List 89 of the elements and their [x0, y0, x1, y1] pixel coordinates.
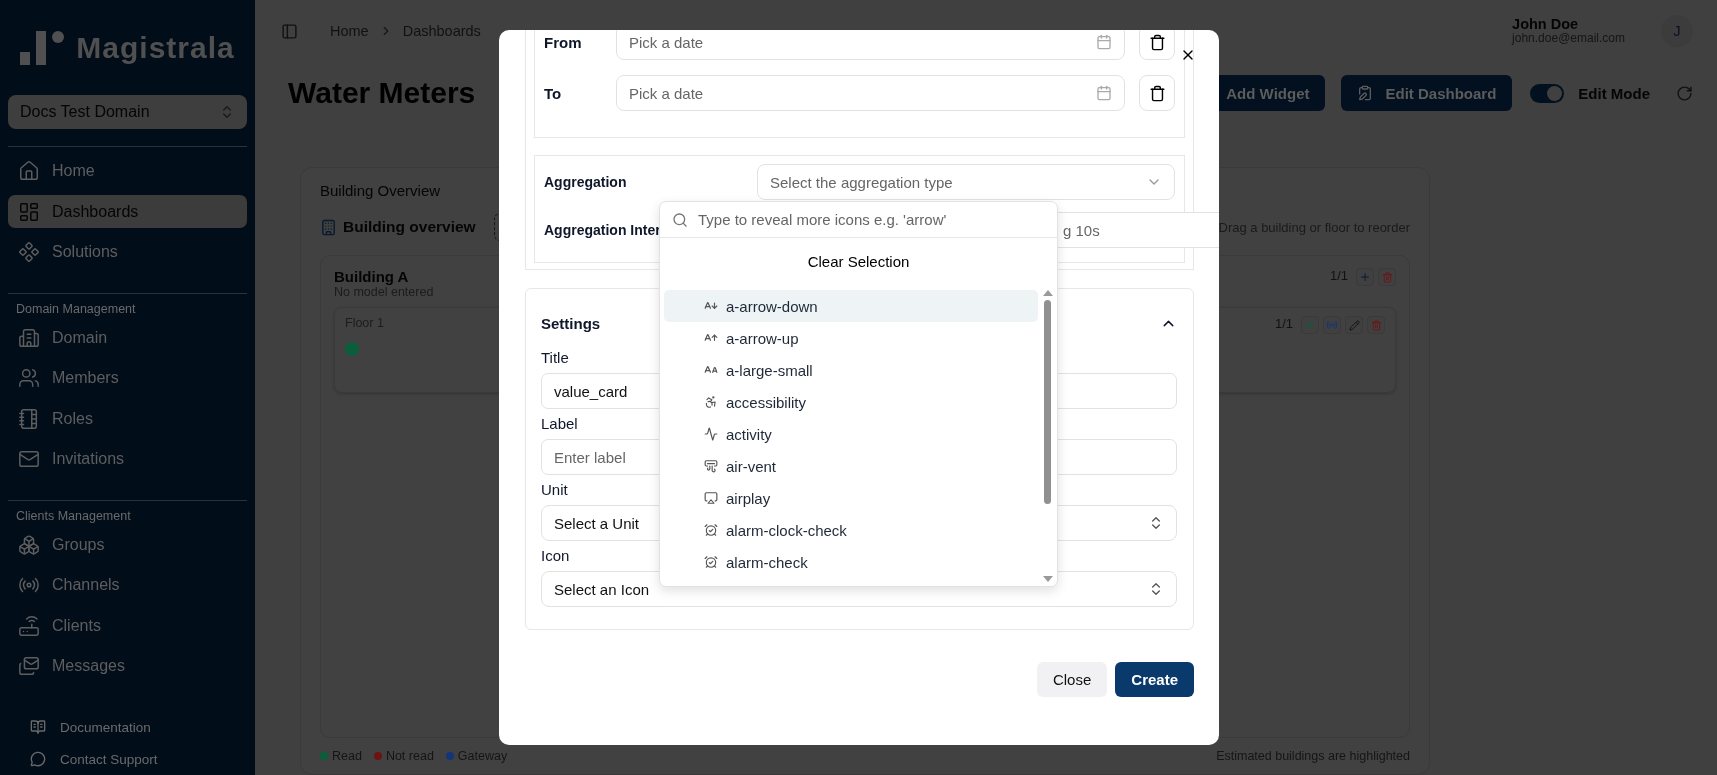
icon-option[interactable]: alarm-clock-check — [664, 514, 1038, 546]
broadcast-icon — [1326, 319, 1338, 331]
add-floor-button[interactable] — [1356, 268, 1374, 286]
building-icon — [320, 218, 337, 236]
dialog-button[interactable]: Close — [1036, 662, 1108, 697]
settings-title: Settings — [541, 314, 601, 332]
mails-icon — [18, 654, 40, 677]
nav-item[interactable]: Messages — [8, 649, 247, 683]
widget-title: Building Overview — [320, 182, 441, 199]
chat-bubble-icon — [30, 751, 46, 768]
clear-date-button[interactable] — [1139, 30, 1175, 60]
aggregation-select[interactable]: Select the aggregation type — [757, 164, 1175, 200]
nav-item[interactable]: Dashboards — [8, 195, 247, 228]
icon-option[interactable]: activity — [664, 418, 1038, 450]
alarm-clock-icon — [704, 555, 718, 569]
aggregation-interval-label: Aggregation Inter — [544, 222, 661, 238]
calendar-icon — [1096, 34, 1112, 50]
field-label: Label — [541, 415, 578, 432]
clear-date-button[interactable] — [1139, 75, 1175, 111]
plus-icon — [1304, 319, 1316, 331]
date-label: From — [544, 33, 583, 51]
edit-mode-switch[interactable] — [1530, 83, 1565, 103]
boxes-icon — [18, 534, 40, 557]
footer-link[interactable]: Contact Support — [8, 743, 247, 775]
air-vent-icon — [704, 459, 718, 473]
trash-icon — [1381, 271, 1393, 283]
delete-button[interactable] — [1367, 316, 1385, 334]
icon-option[interactable]: a-arrow-up — [664, 322, 1038, 354]
building-icon — [18, 327, 40, 350]
icon-option[interactable]: air-vent — [664, 450, 1038, 482]
dashboard-action-button[interactable]: Edit Dashboard — [1341, 75, 1513, 111]
footer-link[interactable]: Documentation — [8, 711, 247, 744]
house-icon — [18, 160, 40, 183]
user-name: John Doe — [1512, 17, 1579, 33]
brand-logo-text: Magistrala — [76, 30, 235, 65]
aggregation-label: Aggregation — [544, 174, 627, 190]
calendar-icon — [1096, 85, 1112, 101]
dashboard-icon — [18, 200, 40, 223]
icon-option[interactable]: a-large-small — [664, 354, 1038, 386]
icon-option[interactable]: accessibility — [664, 386, 1038, 418]
domain-selector[interactable]: Docs Test Domain — [8, 95, 247, 129]
trash-icon — [1370, 319, 1382, 331]
component-icon — [18, 240, 40, 263]
field-label: Unit — [541, 481, 568, 498]
refresh-icon[interactable] — [1676, 84, 1693, 102]
trash-icon — [1148, 84, 1166, 102]
meter-dot[interactable] — [345, 342, 359, 356]
clipboard-icon — [1357, 85, 1374, 101]
users-icon — [18, 367, 40, 390]
add-meter-button[interactable] — [1301, 316, 1319, 334]
date-picker-field[interactable]: Pick a date — [616, 30, 1125, 60]
nav-section-heading: Domain Management — [15, 301, 137, 318]
sidebar-toggle-icon[interactable] — [281, 22, 298, 40]
icon-option[interactable]: airplay — [664, 482, 1038, 514]
search-icon — [672, 211, 688, 228]
nav-item[interactable]: Roles — [8, 402, 247, 435]
trash-icon — [1148, 33, 1166, 51]
edit-mode-label: Edit Mode — [1578, 84, 1650, 102]
field-label: Title — [541, 349, 569, 366]
activity-icon — [704, 427, 718, 441]
accessibility-icon — [704, 395, 718, 409]
dialog-button[interactable]: Create — [1115, 662, 1194, 697]
nav-item[interactable]: Domain — [8, 321, 247, 355]
nav-item[interactable]: Invitations — [8, 442, 247, 476]
edit-button[interactable] — [1345, 316, 1363, 334]
date-picker-field[interactable]: Pick a date — [616, 75, 1125, 111]
building-name: Building A — [334, 268, 410, 285]
field-label: Icon — [541, 547, 570, 564]
nav-section-heading: Clients Management — [15, 508, 132, 525]
widget-heading: Building overview — [343, 218, 476, 236]
nav-item[interactable]: Channels — [8, 569, 247, 602]
router-icon — [18, 614, 40, 637]
airplay-icon — [704, 491, 718, 505]
icon-option[interactable]: a-arrow-down — [664, 290, 1038, 322]
nav-item[interactable]: Members — [8, 362, 247, 395]
alarm-clock-icon — [704, 523, 718, 537]
page-title: Water Meters — [288, 76, 476, 110]
plus-icon — [1359, 271, 1371, 283]
delete-button[interactable] — [1378, 268, 1396, 286]
nav-item[interactable]: Home — [8, 155, 247, 188]
date-label: To — [544, 84, 563, 102]
logo-mark-icon — [20, 30, 65, 65]
nav-item[interactable]: Groups — [8, 528, 247, 562]
gateway-button[interactable] — [1323, 316, 1341, 334]
nav-item[interactable]: Solutions — [8, 235, 247, 269]
nav-item[interactable]: Clients — [8, 609, 247, 642]
pencil-icon — [1348, 319, 1360, 331]
book-icon — [30, 719, 46, 736]
notebook-icon — [18, 407, 40, 430]
